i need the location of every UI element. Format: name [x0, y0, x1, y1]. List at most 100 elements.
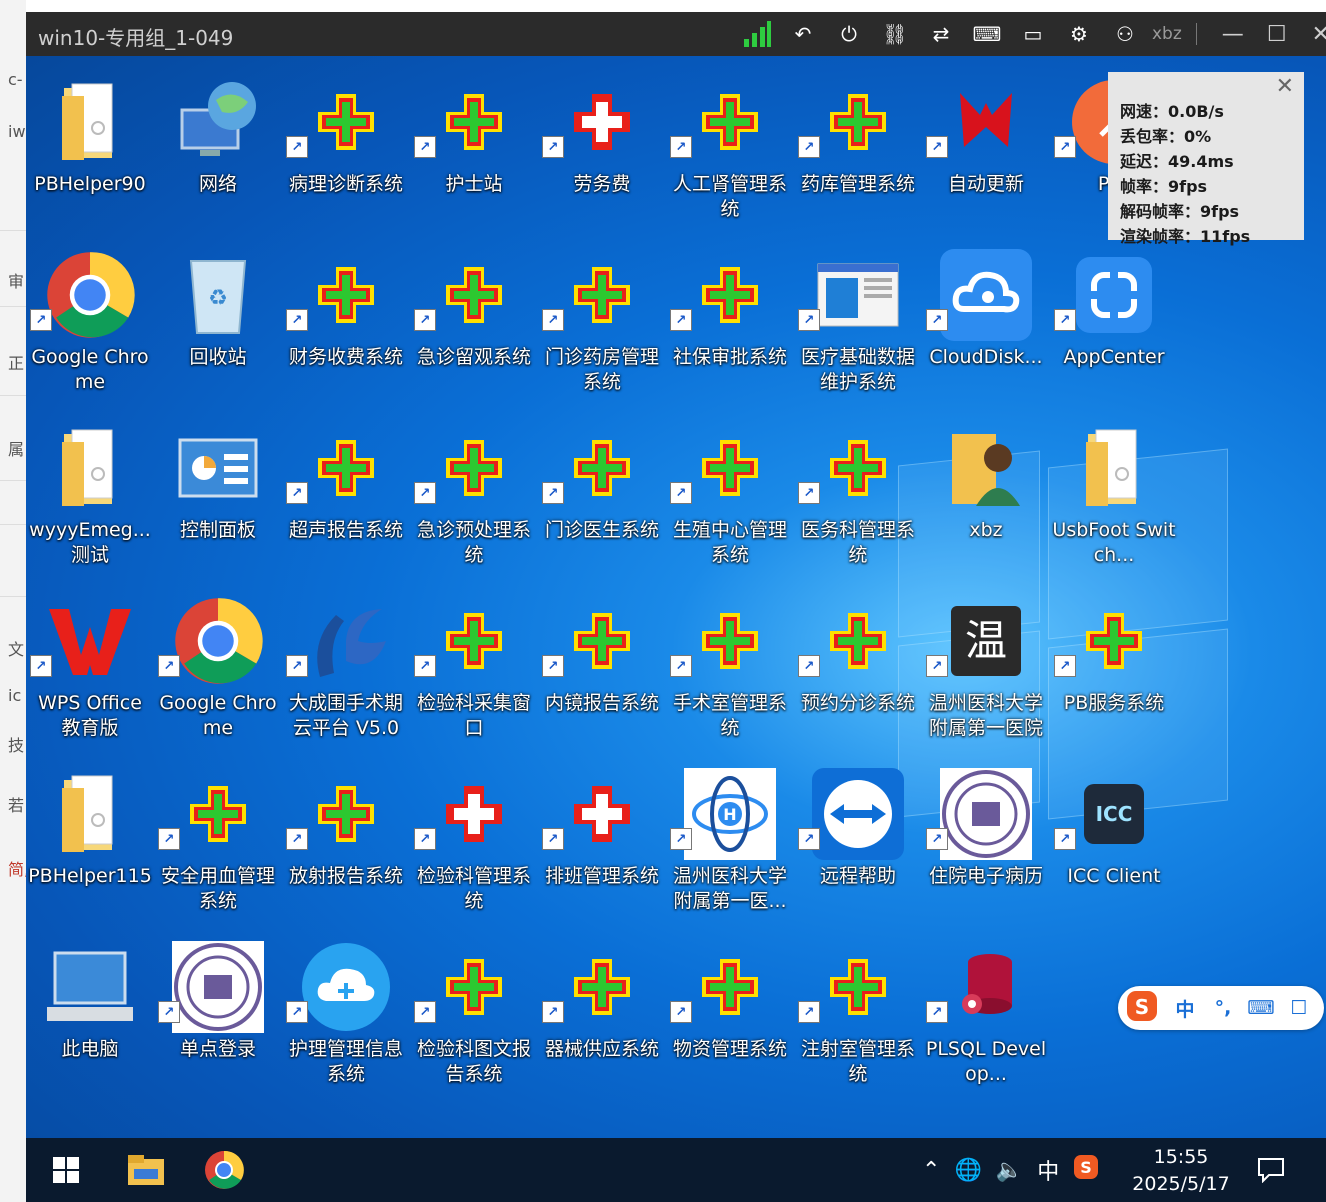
desktop-icon[interactable]: ↗ 病理诊断系统 [282, 66, 410, 236]
desktop-icon[interactable]: ↗ 急诊预处理系统 [410, 412, 538, 582]
desktop-icon[interactable]: ↗ AppCenter [1050, 239, 1178, 409]
desktop-icon[interactable]: ↗ 预约分诊系统 [794, 585, 922, 755]
switch-icon[interactable]: ⇄ [918, 19, 964, 49]
shortcut-arrow-icon: ↗ [286, 1001, 308, 1023]
desktop-icon[interactable]: ↗ CloudDisk... [922, 239, 1050, 409]
redcross-icon [428, 768, 520, 860]
shortcut-arrow-icon: ↗ [414, 828, 436, 850]
desktop-icon-label: 回收站 [189, 346, 247, 368]
desktop-icon[interactable]: UsbFoot Switch... [1050, 412, 1178, 582]
desktop-icon[interactable]: H ↗ 温州医科大学附属第一医... [666, 758, 794, 928]
desktop-icon[interactable]: wyyyEmeg...测试 [26, 412, 154, 582]
desktop-icon[interactable]: 温 ↗ 温州医科大学附属第一医院 [922, 585, 1050, 755]
desktop-icon[interactable]: ↗ 护士站 [410, 66, 538, 236]
volume-icon[interactable]: 🔈 [996, 1158, 1023, 1183]
desktop-icon[interactable]: ↗ 自动更新 [922, 66, 1050, 236]
desktop-icon[interactable]: PBHelper115 [26, 758, 154, 928]
desktop-icon[interactable]: ↗ 急诊留观系统 [410, 239, 538, 409]
desktop-icon[interactable]: ↗ 内镜报告系统 [538, 585, 666, 755]
stat-line: 丢包率：0% [1120, 127, 1212, 146]
desktop-icon[interactable]: ↗ 物资管理系统 [666, 931, 794, 1101]
shortcut-arrow-icon: ↗ [414, 1001, 436, 1023]
desktop-icon[interactable]: ↗ 门诊药房管理系统 [538, 239, 666, 409]
ime-indicator[interactable]: 中 [1037, 1154, 1059, 1186]
desktop-icon[interactable]: xbz [922, 412, 1050, 582]
file-explorer-icon[interactable] [126, 1152, 166, 1188]
desktop-icon[interactable]: ↗ 医务科管理系统 [794, 412, 922, 582]
desktop-icon[interactable]: ↗ 注射室管理系统 [794, 931, 922, 1101]
desktop-icon[interactable]: ↗ 劳务费 [538, 66, 666, 236]
desktop-icon[interactable]: ↗ 检验科图文报告系统 [410, 931, 538, 1101]
ime-punct[interactable]: °, [1204, 997, 1242, 1019]
desktop-icon[interactable]: ↗ 门诊医生系统 [538, 412, 666, 582]
desktop-icon[interactable]: ↗ 护理管理信息系统 [282, 931, 410, 1101]
desktop-icon[interactable]: ↗ 检验科采集窗口 [410, 585, 538, 755]
window-icon[interactable]: ▭ [1010, 19, 1056, 49]
desktop-icon[interactable]: ↗ Google Chrome [26, 239, 154, 409]
sogou-tray-icon[interactable]: S [1073, 1154, 1099, 1186]
desktop-icon[interactable]: ↗ 排班管理系统 [538, 758, 666, 928]
maximize-button[interactable]: ☐ [1255, 19, 1299, 49]
desktop-icon[interactable]: ↗ WPS Office 教育版 [26, 585, 154, 755]
start-button[interactable] [50, 1154, 82, 1186]
network-icon[interactable]: 🌐 [954, 1158, 981, 1183]
desktop-icon[interactable]: ↗ 单点登录 [154, 931, 282, 1101]
shortcut-arrow-icon: ↗ [1054, 309, 1076, 331]
desktop-icon[interactable]: ↗ 超声报告系统 [282, 412, 410, 582]
desktop-icon[interactable]: ↗ PB服务系统 [1050, 585, 1178, 755]
desktop-icon[interactable]: ↗ 安全用血管理系统 [154, 758, 282, 928]
desktop-icon[interactable]: ↗ 检验科管理系统 [410, 758, 538, 928]
minimize-button[interactable]: — [1211, 19, 1255, 49]
ime-toolbar[interactable]: S 中 °, ⌨ ☐ [1118, 986, 1324, 1030]
ime-keyboard-icon[interactable]: ⌨ [1242, 997, 1280, 1019]
desktop-icon[interactable]: ↗ PLSQL Develop... [922, 931, 1050, 1101]
desktop-icon[interactable]: ↗ 远程帮助 [794, 758, 922, 928]
settings-icon[interactable]: ⚙ [1056, 19, 1102, 49]
desktop-icon[interactable]: PBHelper90 [26, 66, 154, 236]
userfolder-icon [940, 422, 1032, 514]
shortcut-arrow-icon: ↗ [926, 309, 948, 331]
stat-line: 网速：0.0B/s [1120, 102, 1224, 121]
close-button[interactable]: ✕ [1299, 19, 1326, 49]
chevron-up-icon[interactable]: ⌃ [922, 1158, 940, 1183]
desktop-icon-label: 病理诊断系统 [288, 173, 403, 195]
remote-desktop-window[interactable]: win10-专用组_1-049 ↶ ⏻ ⛓ ⇄ ⌨ ▭ ⚙ ⚇ xbz — ☐ … [26, 12, 1326, 1202]
desktop-icon[interactable]: ↗ 手术室管理系统 [666, 585, 794, 755]
ime-lang[interactable]: 中 [1166, 995, 1204, 1022]
keyboard-icon[interactable]: ⌨ [964, 19, 1010, 49]
desktop-icon[interactable]: ↗ 社保审批系统 [666, 239, 794, 409]
chrome-taskbar-icon[interactable] [202, 1150, 246, 1190]
ime-toolbox-icon[interactable]: ☐ [1280, 997, 1318, 1019]
user-icon[interactable]: ⚇ [1102, 19, 1148, 49]
desktop-icon[interactable]: ↗ 财务收费系统 [282, 239, 410, 409]
desktop-icon[interactable]: ↗ 器械供应系统 [538, 931, 666, 1101]
stats-close-button[interactable]: ✕ [1276, 74, 1294, 99]
sogou-icon[interactable]: S [1118, 989, 1166, 1028]
clouddisk-icon [940, 249, 1032, 341]
desktop-icon[interactable]: ICC ↗ ICC Client [1050, 758, 1178, 928]
desktop-icon[interactable]: ↗ Google Chrome [154, 585, 282, 755]
desktop-icon-label: 放射报告系统 [288, 865, 403, 887]
desktop-icon[interactable]: ↗ 大成围手术期云平台 V5.0 [282, 585, 410, 755]
desktop-icon-label: 排班管理系统 [544, 865, 659, 887]
redcross-icon [556, 768, 648, 860]
desktop-icon[interactable]: ↗ 药库管理系统 [794, 66, 922, 236]
desktop-icon[interactable]: ↗ 生殖中心管理系统 [666, 412, 794, 582]
back-icon[interactable]: ↶ [780, 19, 826, 49]
desktop-icon[interactable]: 控制面板 [154, 412, 282, 582]
host-app-edge: c-iw 审正属文 ic 技若简, [0, 0, 29, 1202]
clock[interactable]: 15:55 2025/5/17 [1122, 1144, 1240, 1198]
notification-icon[interactable] [1254, 1154, 1288, 1186]
desktop-icon[interactable]: ♻ 回收站 [154, 239, 282, 409]
chrome-icon [44, 249, 136, 341]
desktop-icon[interactable]: 网络 [154, 66, 282, 236]
desktop-icon[interactable]: ↗ 人工肾管理系统 [666, 66, 794, 236]
power-icon[interactable]: ⏻ [826, 19, 872, 49]
desktop-icon[interactable]: ↗ 放射报告系统 [282, 758, 410, 928]
his-icon [428, 941, 520, 1033]
host-text-fragment: 技 [8, 736, 25, 755]
desktop-icon[interactable]: ↗ 医疗基础数据维护系统 [794, 239, 922, 409]
desktop-icon[interactable]: ↗ 住院电子病历 [922, 758, 1050, 928]
desktop-icon[interactable]: 此电脑 [26, 931, 154, 1101]
disconnect-icon[interactable]: ⛓ [872, 19, 918, 49]
